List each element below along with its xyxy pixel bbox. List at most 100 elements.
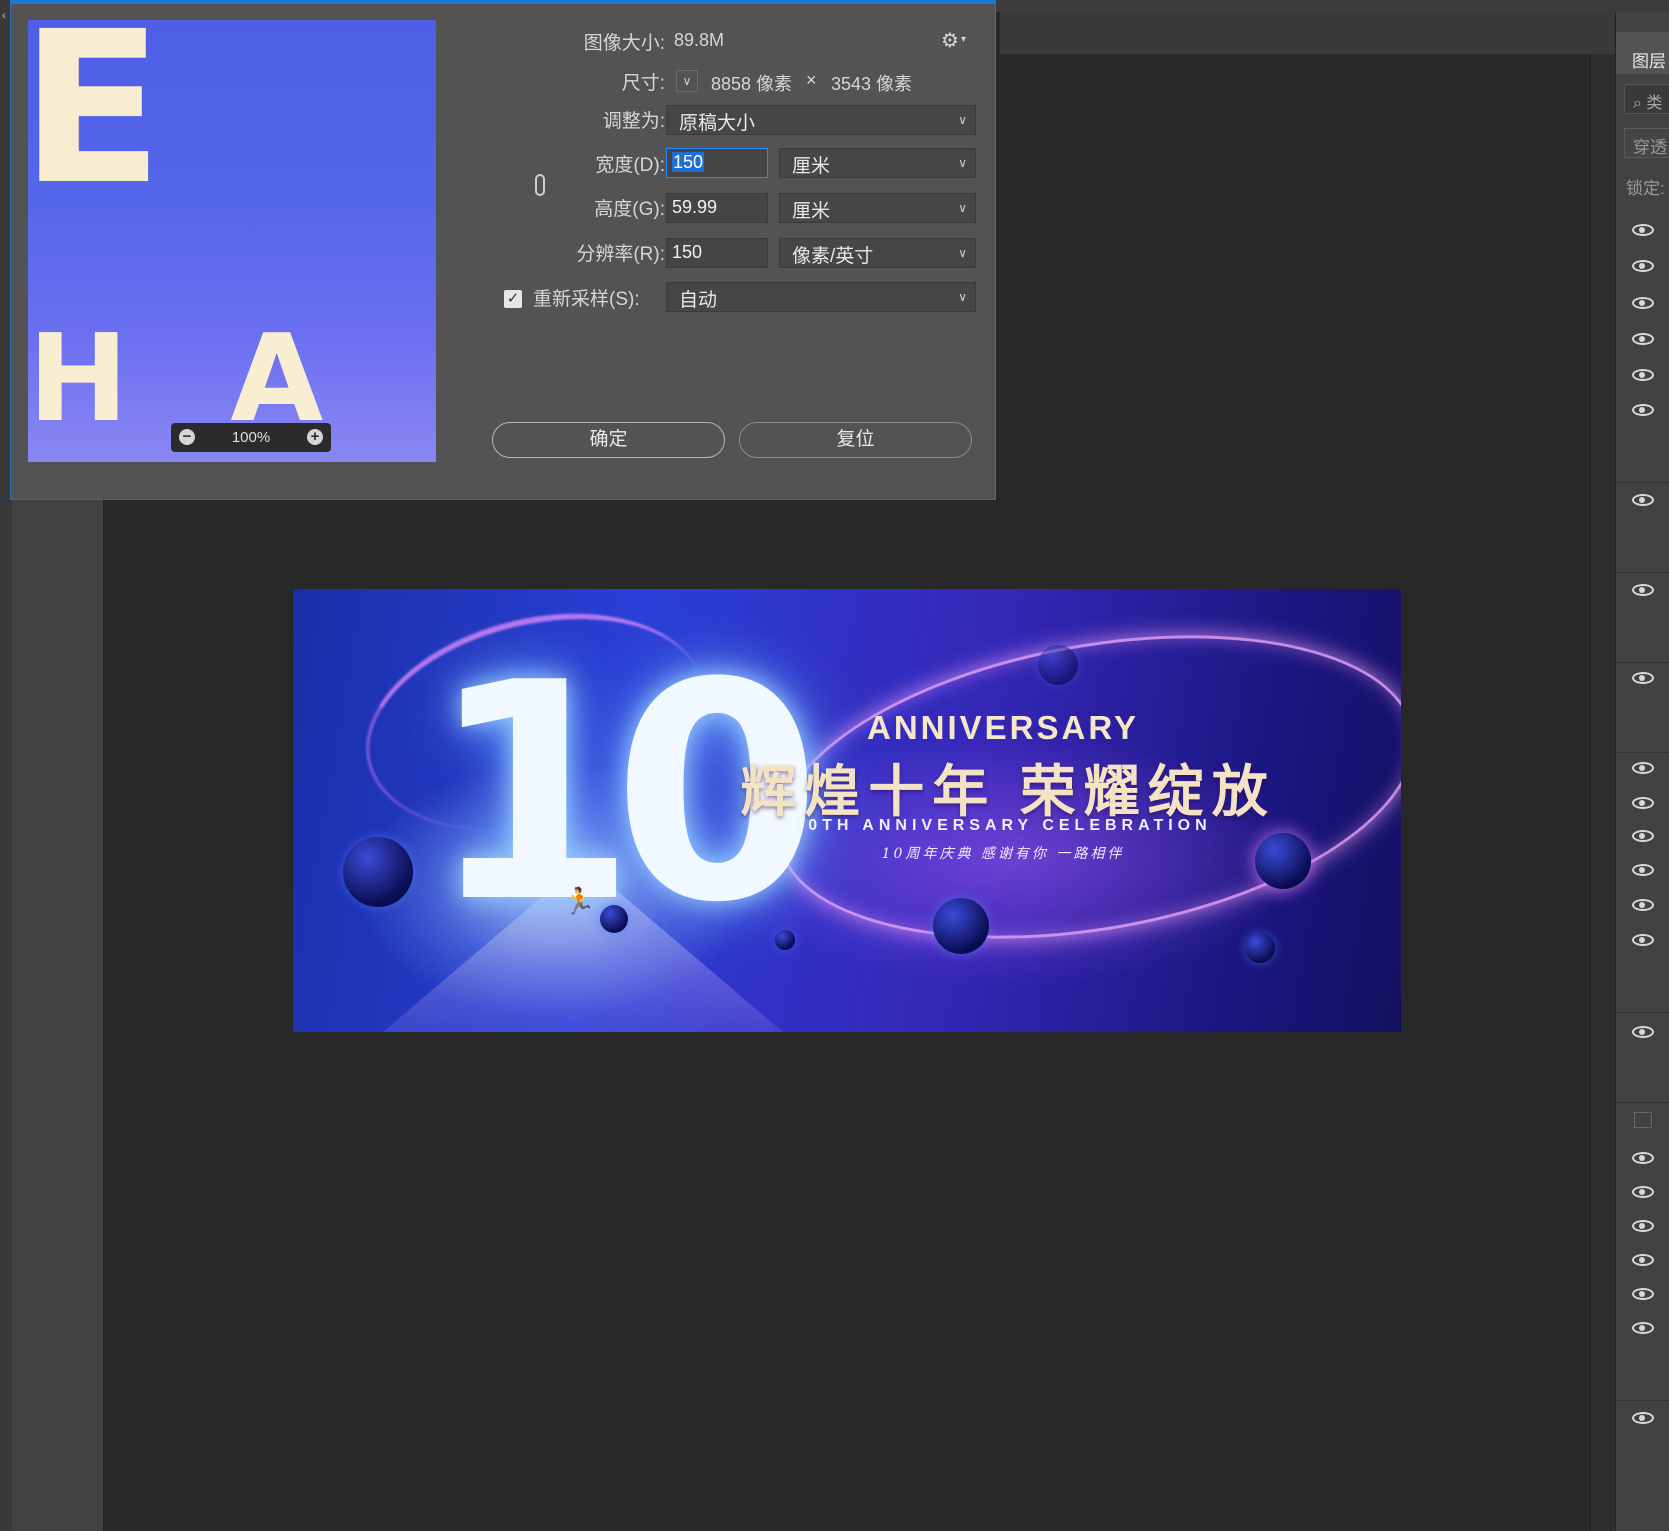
eye-icon[interactable] [1632, 934, 1654, 946]
eye-icon[interactable] [1632, 672, 1654, 684]
chevron-down-icon: ∨ [958, 156, 967, 170]
document-tab-row [1000, 12, 1615, 55]
chevron-down-icon: ∨ [682, 74, 692, 88]
eye-icon[interactable] [1632, 297, 1654, 309]
orb [775, 930, 795, 950]
layer-divider [1616, 752, 1669, 753]
eye-icon[interactable] [1632, 797, 1654, 809]
width-label: 宽度(D): [595, 155, 665, 176]
orb [600, 905, 628, 933]
gear-icon[interactable]: ⚙ [941, 28, 959, 53]
dimensions-times: × [806, 70, 817, 90]
resolution-label: 分辨率(R): [576, 244, 665, 265]
layer-divider [1616, 482, 1669, 483]
layer-search-field[interactable]: ⌕ 类 [1624, 84, 1669, 114]
eye-icon[interactable] [1632, 1254, 1654, 1266]
height-unit-select[interactable]: 厘米 ∨ [779, 193, 976, 223]
height-value: 59.99 [672, 197, 718, 217]
resample-value: 自动 [679, 290, 718, 311]
reset-button[interactable]: 复位 [739, 422, 972, 458]
width-unit-select[interactable]: 厘米 ∨ [779, 148, 976, 178]
eye-icon[interactable] [1632, 899, 1654, 911]
zoom-in-icon[interactable]: + [307, 429, 323, 445]
dimensions-toggle[interactable]: ∨ [676, 70, 698, 92]
resolution-input[interactable]: 150 [666, 238, 768, 268]
layers-panel: 图层 ⌕ 类 穿透 锁定: [1615, 12, 1669, 1531]
height-label: 高度(G): [594, 199, 665, 220]
banner-artwork[interactable]: 10 🏃 ANNIVERSARY 辉煌十年 荣耀绽放 10TH ANNIVERS… [293, 589, 1401, 1032]
dimensions-height: 3543 像素 [831, 74, 913, 94]
resolution-unit: 像素/英寸 [792, 246, 874, 267]
dimensions-label: 尺寸: [621, 73, 665, 94]
dimensions-width: 8858 像素 [711, 74, 793, 94]
eye-icon[interactable] [1632, 369, 1654, 381]
orb [1245, 933, 1275, 963]
eye-icon[interactable] [1632, 762, 1654, 774]
chevron-down-icon: ∨ [958, 246, 967, 260]
resolution-value: 150 [672, 242, 703, 262]
preview-zoom-bar: − 100% + [171, 423, 331, 452]
height-input[interactable]: 59.99 [666, 193, 768, 223]
zoom-out-icon[interactable]: − [179, 429, 195, 445]
resample-checkbox[interactable]: ✓ [504, 290, 522, 308]
orb [1038, 645, 1078, 685]
search-icon: ⌕ [1633, 95, 1642, 112]
chain-link-icon[interactable] [535, 174, 545, 196]
layer-divider [1616, 572, 1669, 573]
eye-icon[interactable] [1632, 1412, 1654, 1424]
banner-subtitle-cn: 10周年庆典 感谢有你 一路相伴 [881, 846, 1125, 862]
eye-icon[interactable] [1632, 494, 1654, 506]
orb [933, 898, 989, 954]
eye-icon[interactable] [1632, 224, 1654, 236]
eye-icon[interactable] [1632, 1186, 1654, 1198]
fit-to-label: 调整为: [602, 111, 665, 132]
eye-icon[interactable] [1632, 260, 1654, 272]
chevron-down-icon: ∨ [958, 113, 967, 127]
resample-label: 重新采样(S): [533, 289, 640, 310]
layer-divider [1616, 1102, 1669, 1103]
eye-icon[interactable] [1632, 830, 1654, 842]
collapse-arrow-icon[interactable]: ‹ [2, 10, 6, 22]
height-unit: 厘米 [792, 201, 831, 222]
eye-icon[interactable] [1632, 1288, 1654, 1300]
banner-subtitle-en: 10TH ANNIVERSARY CELEBRATION [794, 817, 1212, 834]
fit-to-value: 原稿大小 [679, 113, 756, 134]
chevron-down-icon: ∨ [958, 290, 967, 304]
width-input[interactable]: 150 [666, 148, 768, 178]
orb [343, 837, 413, 907]
width-value: 150 [672, 152, 705, 172]
gear-dropdown-icon[interactable]: ▾ [961, 34, 966, 45]
layer-divider [1616, 1012, 1669, 1013]
layers-tab[interactable]: 图层 [1616, 32, 1669, 74]
eye-icon[interactable] [1632, 864, 1654, 876]
resolution-unit-select[interactable]: 像素/英寸 ∨ [779, 238, 976, 268]
visibility-empty-box[interactable] [1634, 1112, 1652, 1128]
image-size-value: 89.8M [674, 30, 725, 50]
eye-icon[interactable] [1632, 404, 1654, 416]
vertical-scrollbar[interactable] [1590, 54, 1615, 1531]
banner-title-cn: 辉煌十年 荣耀绽放 [740, 760, 1276, 823]
eye-icon[interactable] [1632, 333, 1654, 345]
lock-label: 锁定: [1626, 179, 1665, 198]
chevron-down-icon: ∨ [958, 201, 967, 215]
banner-title-en: ANNIVERSARY [867, 709, 1139, 746]
eye-icon[interactable] [1632, 1152, 1654, 1164]
eye-icon[interactable] [1632, 584, 1654, 596]
blend-mode-select[interactable]: 穿透 [1624, 128, 1669, 158]
eye-icon[interactable] [1632, 1220, 1654, 1232]
preview-pane[interactable]: E H A − 100% + [28, 20, 436, 462]
preview-letters-bottom: H A [28, 310, 354, 449]
checkmark-icon: ✓ [506, 290, 520, 307]
layer-search-placeholder: 类 [1646, 95, 1663, 112]
image-size-label: 图像大小: [583, 33, 665, 54]
resample-select[interactable]: 自动 ∨ [666, 282, 976, 312]
ok-button[interactable]: 确定 [492, 422, 725, 458]
image-size-dialog: E H A − 100% + 图像大小: 89.8M ⚙ ▾ 尺寸: ∨ 885… [10, 0, 996, 500]
layer-divider [1616, 662, 1669, 663]
preview-letter-top: E [28, 20, 164, 231]
layer-divider [1616, 1400, 1669, 1401]
fit-to-select[interactable]: 原稿大小 ∨ [666, 105, 976, 135]
eye-icon[interactable] [1632, 1026, 1654, 1038]
runner-silhouette-icon: 🏃 [563, 886, 596, 916]
eye-icon[interactable] [1632, 1322, 1654, 1334]
